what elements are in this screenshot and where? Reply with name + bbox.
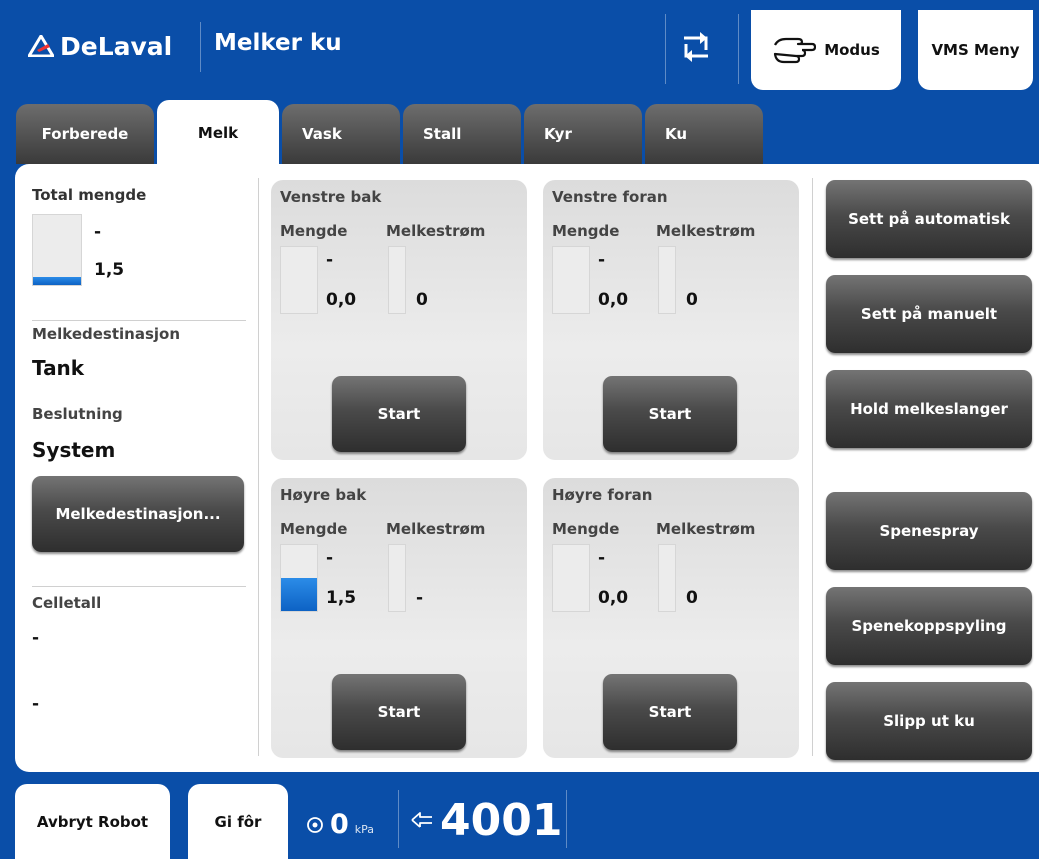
divider xyxy=(32,586,246,587)
start-right-front-button[interactable]: Start xyxy=(603,674,737,750)
teat-title: Venstre bak xyxy=(280,188,382,206)
flow-value: 0 xyxy=(416,290,428,310)
vacuum-pressure: 0 kPa xyxy=(306,800,374,840)
tab-kyr[interactable]: Kyr xyxy=(524,104,642,164)
tab-forberede[interactable]: Forberede xyxy=(16,104,154,164)
start-right-rear-button[interactable]: Start xyxy=(332,674,466,750)
start-left-rear-button[interactable]: Start xyxy=(332,376,466,452)
header-divider xyxy=(738,14,739,84)
flow-gauge xyxy=(388,246,406,314)
decision-value: System xyxy=(32,438,116,462)
flow-label: Melkestrøm xyxy=(386,520,486,538)
refresh-button[interactable] xyxy=(676,26,716,68)
decision-label: Beslutning xyxy=(32,405,123,423)
column-divider xyxy=(258,178,259,756)
cow-number: 4001 xyxy=(440,794,563,846)
flow-gauge xyxy=(388,544,406,612)
flow-value: - xyxy=(416,588,424,608)
amount-label: Mengde xyxy=(552,222,620,240)
milk-destination-label: Melkedestinasjon xyxy=(32,325,180,343)
total-amount-value: 1,5 xyxy=(94,260,125,280)
flow-label: Melkestrøm xyxy=(386,222,486,240)
amount-gauge xyxy=(280,246,318,314)
tab-stall[interactable]: Stall xyxy=(403,104,521,164)
modus-button[interactable]: Modus xyxy=(751,10,901,90)
header-divider xyxy=(200,22,201,72)
amount-top: - xyxy=(326,548,334,568)
cell-count-value-secondary: - xyxy=(32,694,40,714)
tab-melk[interactable]: Melk xyxy=(157,100,279,170)
amount-value: 0,0 xyxy=(326,290,357,310)
amount-top: - xyxy=(598,250,606,270)
column-divider xyxy=(812,178,813,756)
total-amount-top: - xyxy=(94,222,102,242)
vms-menu-button[interactable]: VMS Meny xyxy=(918,10,1033,90)
divider xyxy=(32,320,246,321)
tab-ku[interactable]: Ku xyxy=(645,104,763,164)
flow-value: 0 xyxy=(686,290,698,310)
amount-top: - xyxy=(598,548,606,568)
give-feed-button[interactable]: Gi fôr xyxy=(188,784,288,859)
footer-divider xyxy=(566,790,567,848)
flow-gauge xyxy=(658,246,676,314)
page-title: Melker ku xyxy=(214,30,342,56)
pressure-unit: kPa xyxy=(354,823,375,836)
attach-automatic-button[interactable]: Sett på automatisk xyxy=(826,180,1032,258)
amount-gauge xyxy=(280,544,318,612)
amount-value: 1,5 xyxy=(326,588,357,608)
amount-value: 0,0 xyxy=(598,588,629,608)
amount-gauge xyxy=(552,246,590,314)
total-amount-fill xyxy=(33,276,81,285)
hold-milk-hoses-button[interactable]: Hold melkeslanger xyxy=(826,370,1032,448)
delaval-logo-icon xyxy=(28,35,54,57)
flow-gauge xyxy=(658,544,676,612)
pressure-value: 0 xyxy=(330,809,349,840)
teat-title: Høyre foran xyxy=(552,486,653,504)
teat-spray-button[interactable]: Spenespray xyxy=(826,492,1032,570)
amount-fill xyxy=(281,578,317,611)
gauge-icon xyxy=(307,817,323,833)
header-divider xyxy=(665,14,666,84)
amount-label: Mengde xyxy=(280,520,348,538)
footer-divider xyxy=(398,790,399,848)
cow-tag-icon xyxy=(411,812,432,828)
milk-destination-button[interactable]: Melkedestinasjon... xyxy=(32,476,244,552)
teat-title: Høyre bak xyxy=(280,486,367,504)
flow-label: Melkestrøm xyxy=(656,520,756,538)
amount-label: Mengde xyxy=(552,520,620,538)
flow-label: Melkestrøm xyxy=(656,222,756,240)
refresh-icon xyxy=(684,32,708,62)
amount-gauge xyxy=(552,544,590,612)
delaval-logo: DeLaval xyxy=(28,26,172,66)
cell-count-value: - xyxy=(32,628,40,648)
cow-identity: 4001 xyxy=(410,792,562,848)
tab-vask[interactable]: Vask xyxy=(282,104,400,164)
flow-value: 0 xyxy=(686,588,698,608)
hand-pointer-icon xyxy=(774,37,817,64)
amount-value: 0,0 xyxy=(598,290,629,310)
release-cow-button[interactable]: Slipp ut ku xyxy=(826,682,1032,760)
cell-count-label: Celletall xyxy=(32,594,102,612)
start-left-front-button[interactable]: Start xyxy=(603,376,737,452)
total-amount-label: Total mengde xyxy=(32,186,147,204)
milk-destination-value: Tank xyxy=(32,356,85,380)
total-amount-gauge xyxy=(32,214,82,286)
amount-label: Mengde xyxy=(280,222,348,240)
modus-label: Modus xyxy=(824,41,880,59)
attach-manual-button[interactable]: Sett på manuelt xyxy=(826,275,1032,353)
teatcup-rinse-button[interactable]: Spenekoppspyling xyxy=(826,587,1032,665)
abort-robot-button[interactable]: Avbryt Robot xyxy=(15,784,170,859)
teat-title: Venstre foran xyxy=(552,188,668,206)
brand-name: DeLaval xyxy=(60,31,173,61)
amount-top: - xyxy=(326,250,334,270)
